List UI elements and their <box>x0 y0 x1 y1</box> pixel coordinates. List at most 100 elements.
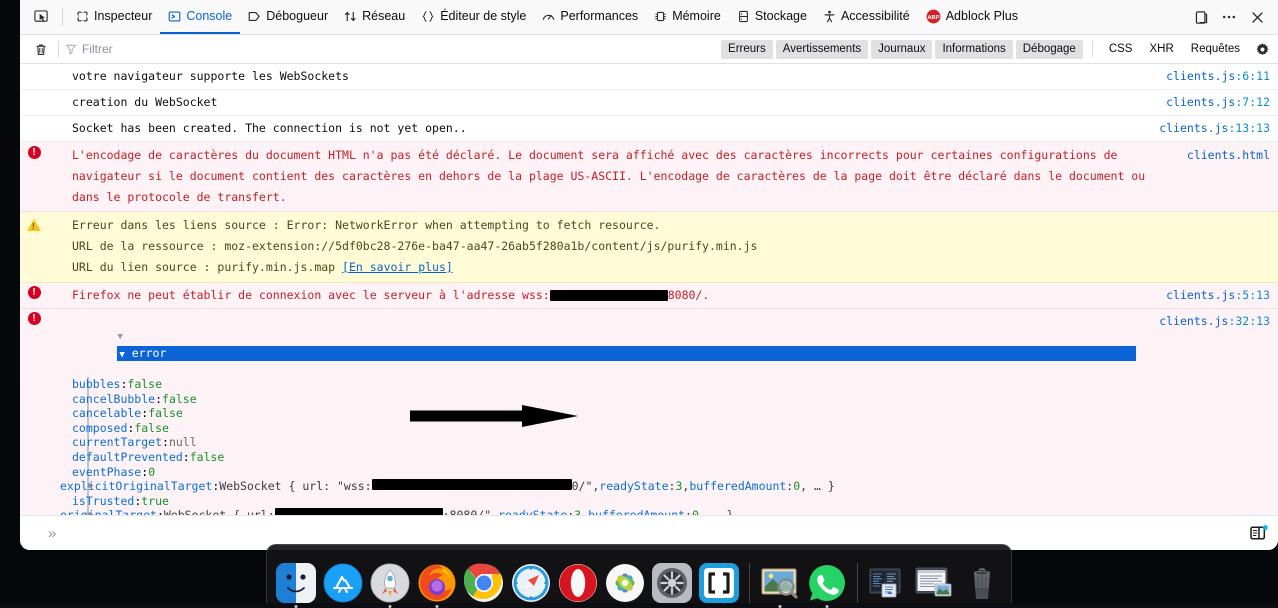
source-line: :7:12 <box>1235 95 1270 109</box>
dock-item-finder[interactable] <box>276 563 316 603</box>
gear-icon[interactable] <box>1250 38 1274 60</box>
source-link[interactable]: clients.html <box>1187 145 1270 166</box>
readystate-value: 3 <box>675 479 682 494</box>
property-sep: : <box>162 435 169 450</box>
more-options-icon[interactable] <box>1216 5 1242 29</box>
source-link[interactable]: clients.js:6:11 <box>1166 66 1270 87</box>
dock-item-window-stack-2[interactable] <box>915 563 955 603</box>
tab-editeur-de-style[interactable]: Éditeur de style <box>413 1 534 34</box>
property-row[interactable]: bubbles: false <box>20 377 1278 392</box>
dock-item-system-preferences[interactable] <box>652 563 692 603</box>
inspector-icon <box>76 10 89 23</box>
memory-icon <box>654 10 667 23</box>
dock-item-safari[interactable] <box>511 563 551 603</box>
console-message-warning[interactable]: Erreur dans les liens source : Error: Ne… <box>20 212 1278 283</box>
property-row[interactable]: isTrusted: true <box>20 494 1278 509</box>
learn-more-link[interactable]: [En savoir plus] <box>342 260 453 274</box>
dock-item-app-store[interactable] <box>323 563 363 603</box>
svg-text:ABP: ABP <box>927 14 939 20</box>
trash-icon[interactable] <box>28 38 54 60</box>
dock-item-firefox[interactable] <box>417 563 457 603</box>
message-gutter <box>20 66 48 87</box>
bufferedamount-value: 0 <box>692 508 699 515</box>
tab-memoire[interactable]: Mémoire <box>646 1 729 34</box>
dock-item-window-stack-1[interactable] <box>868 563 908 603</box>
console-output[interactable]: votre navigateur supporte les WebSockets… <box>20 64 1278 515</box>
search-input[interactable]: Filtrer <box>65 42 721 56</box>
console-message-error[interactable]: ! L'encodage de caractères du document H… <box>20 142 1278 212</box>
property-row[interactable]: eventPhase: 0 <box>20 465 1278 480</box>
dock-item-chrome[interactable] <box>464 563 504 603</box>
property-value: true <box>141 494 169 509</box>
property-sep: : <box>212 479 219 494</box>
property-row[interactable]: ▶ originalTarget: WebSocket { url: :8080… <box>20 508 1278 515</box>
dock-item-preview[interactable] <box>760 563 800 603</box>
tab-inspecteur[interactable]: Inspecteur <box>68 1 160 34</box>
filter-pill-journaux[interactable]: Journaux <box>871 40 932 59</box>
message-gutter: ! <box>20 145 48 208</box>
tab-label: Mémoire <box>672 10 721 23</box>
console-message-log[interactable]: Socket has been created. The connection … <box>20 116 1278 142</box>
object-name: error <box>132 346 167 360</box>
error-icon: ! <box>28 312 41 325</box>
source-file: clients.html <box>1187 148 1270 162</box>
dock-item-opera[interactable] <box>558 563 598 603</box>
message-text: creation du WebSocket <box>48 92 1278 113</box>
source-line: :6:11 <box>1235 69 1270 83</box>
expand-twisty-icon[interactable]: ▶ <box>86 479 96 494</box>
object-twisty-icon[interactable]: ▼ <box>119 350 124 360</box>
filter-icon <box>65 43 77 55</box>
property-row[interactable]: cancelBubble: false <box>20 392 1278 407</box>
console-message-error[interactable]: ! Firefox ne peut établir de connexion a… <box>20 283 1278 309</box>
tab-performances[interactable]: Performances <box>534 1 646 34</box>
dock-item-launchpad[interactable] <box>370 563 410 603</box>
tab-reseau[interactable]: Réseau <box>336 1 413 34</box>
split-console-icon[interactable] <box>1250 525 1268 541</box>
expand-twisty-icon[interactable]: ▼ <box>117 332 122 342</box>
selected-object-label[interactable]: ▼ error <box>117 346 1136 361</box>
source-link[interactable]: clients.js:32:13 <box>1159 311 1270 332</box>
tab-label: Accessibilité <box>841 10 910 23</box>
dock-position-icon[interactable] <box>1188 5 1214 29</box>
dock-item-trash[interactable] <box>962 563 1002 603</box>
tab-label: Adblock Plus <box>946 10 1018 23</box>
expand-twisty-icon[interactable]: ▶ <box>86 508 96 515</box>
dock-item-whatsapp[interactable] <box>807 563 847 603</box>
message-gutter <box>20 92 48 113</box>
property-value-prefix: WebSocket { url: "wss: <box>219 479 371 494</box>
filter-pill-debogage[interactable]: Débogage <box>1016 40 1083 59</box>
warning-icon <box>27 219 41 231</box>
console-message-log[interactable]: votre navigateur supporte les WebSockets… <box>20 64 1278 90</box>
error-text-prefix: Firefox ne peut établir de connexion ave… <box>72 288 550 302</box>
source-link[interactable]: clients.js:5:13 <box>1166 285 1270 306</box>
tab-debogueur[interactable]: Débogueur <box>240 1 336 34</box>
source-link[interactable]: clients.js:7:12 <box>1166 92 1270 113</box>
property-row[interactable]: defaultPrevented: false <box>20 450 1278 465</box>
dock-item-photos[interactable] <box>605 563 645 603</box>
property-row[interactable]: cancelable: false <box>20 406 1278 421</box>
property-row[interactable]: currentTarget: null <box>20 435 1278 450</box>
tab-stockage[interactable]: Stockage <box>729 1 815 34</box>
source-line: :5:13 <box>1235 288 1270 302</box>
tab-console[interactable]: Console <box>160 1 240 34</box>
property-row[interactable]: ▶ explicitOriginalTarget: WebSocket { ur… <box>20 479 1278 494</box>
toolbar-actions <box>1188 5 1272 29</box>
element-picker-icon[interactable] <box>28 6 54 28</box>
dock-item-brackets[interactable] <box>699 563 739 603</box>
close-icon[interactable] <box>1244 5 1270 29</box>
filter-pill-css[interactable]: CSS <box>1102 40 1140 59</box>
filter-pill-avertissements[interactable]: Avertissements <box>776 40 868 59</box>
filter-pill-requetes[interactable]: Requêtes <box>1184 40 1247 59</box>
tab-adblock-plus[interactable]: ABP Adblock Plus <box>918 1 1026 34</box>
property-row[interactable]: composed: false <box>20 421 1278 436</box>
property-sep: : <box>155 392 162 407</box>
filter-pill-erreurs[interactable]: Erreurs <box>721 40 773 59</box>
filter-pill-xhr[interactable]: XHR <box>1142 40 1180 59</box>
error-object-header[interactable]: ▼ ▼ error <box>48 311 1278 377</box>
console-message-error-object[interactable]: ! ▼ ▼ error clients.js:32:13 <box>20 309 1278 377</box>
console-message-log[interactable]: creation du WebSocket clients.js:7:12 <box>20 90 1278 116</box>
filter-pill-informations[interactable]: Informations <box>935 40 1012 59</box>
tab-accessibilite[interactable]: Accessibilité <box>815 1 918 34</box>
warning-line-1: Erreur dans les liens source : Error: Ne… <box>72 215 1270 236</box>
source-link[interactable]: clients.js:13:13 <box>1159 118 1270 139</box>
